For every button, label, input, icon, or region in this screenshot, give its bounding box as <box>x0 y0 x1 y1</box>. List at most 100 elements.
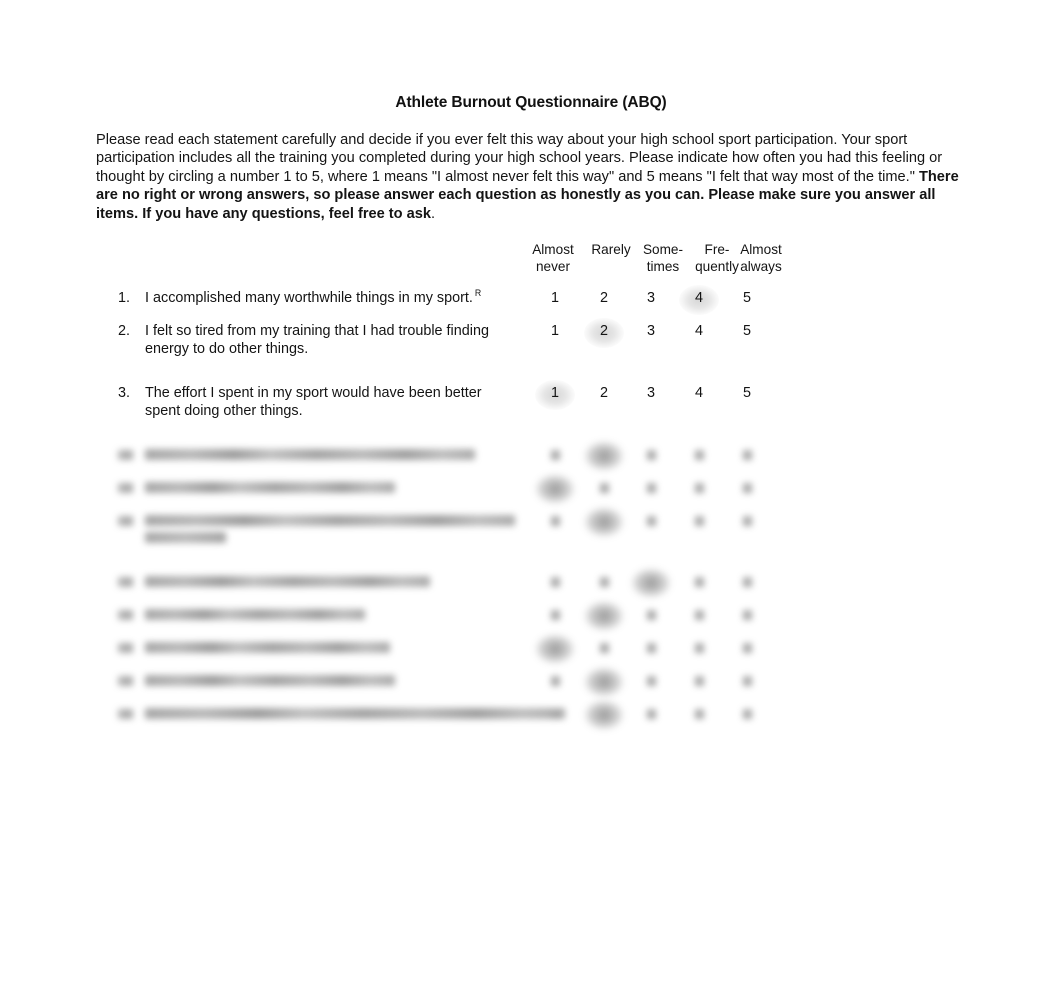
response-option-2-redacted[interactable] <box>591 512 617 526</box>
item-statement: I accomplished many worthwhile things in… <box>145 289 517 308</box>
response-option-4-redacted[interactable] <box>686 705 712 719</box>
scale-header-line1: Almost <box>740 242 782 257</box>
redacted-option-bar <box>694 709 704 719</box>
scale-header-line1: Almost <box>532 242 574 257</box>
response-option-5[interactable]: 5 <box>734 290 760 306</box>
response-option-4-redacted[interactable] <box>686 606 712 620</box>
response-option-5-redacted[interactable] <box>734 512 760 526</box>
response-option-1-redacted[interactable] <box>542 705 568 719</box>
item-response-scale <box>536 507 776 537</box>
redacted-option-bar <box>550 516 560 526</box>
response-option-5-redacted[interactable] <box>734 606 760 620</box>
response-option-2[interactable]: 2 <box>591 323 617 339</box>
redacted-option-bar <box>646 610 656 620</box>
redacted-option-bar <box>742 516 752 526</box>
response-option-3-redacted[interactable] <box>638 639 664 653</box>
response-option-4-redacted[interactable] <box>686 512 712 526</box>
redacted-option-bar <box>599 610 609 620</box>
response-option-4-redacted[interactable] <box>686 672 712 686</box>
response-option-5-redacted[interactable] <box>734 672 760 686</box>
response-option-5[interactable]: 5 <box>734 323 760 339</box>
response-option-5-redacted[interactable] <box>734 639 760 653</box>
response-option-1-redacted[interactable] <box>542 446 568 460</box>
response-option-2-redacted[interactable] <box>591 446 617 460</box>
response-option-5-redacted[interactable] <box>734 573 760 587</box>
response-option-1[interactable]: 1 <box>542 323 568 339</box>
redacted-number-bar <box>118 643 133 653</box>
response-option-2-redacted[interactable] <box>591 705 617 719</box>
response-option-4-redacted[interactable] <box>686 479 712 493</box>
item-number-redacted <box>118 479 140 493</box>
redacted-option-bar <box>694 610 704 620</box>
response-option-2[interactable]: 2 <box>591 385 617 401</box>
item-number-redacted <box>118 672 140 686</box>
item-statement-redacted <box>145 573 517 587</box>
response-option-1-redacted[interactable] <box>542 512 568 526</box>
item-response-scale: 1 2 3 4 5 <box>535 380 776 410</box>
instructions-trailing-period: . <box>430 205 436 222</box>
redacted-option-bar <box>599 676 609 686</box>
redacted-number-bar <box>118 610 133 620</box>
instructions-paragraph: Please read each statement carefully and… <box>96 131 962 223</box>
redacted-number-bar <box>118 483 133 493</box>
redacted-text-bar <box>145 482 395 493</box>
response-option-3-redacted[interactable] <box>638 606 664 620</box>
response-option-1-redacted[interactable] <box>542 639 568 653</box>
response-option-2-redacted[interactable] <box>591 573 617 587</box>
redacted-text-bar <box>145 609 365 620</box>
response-option-3-redacted[interactable] <box>638 672 664 686</box>
item-number-redacted <box>118 446 140 460</box>
response-option-4-redacted[interactable] <box>686 639 712 653</box>
response-option-1[interactable]: 1 <box>542 385 568 401</box>
response-option-3[interactable]: 3 <box>638 290 664 306</box>
redacted-option-bar <box>646 483 656 493</box>
response-option-2-redacted[interactable] <box>591 606 617 620</box>
response-option-5-redacted[interactable] <box>734 446 760 460</box>
response-option-2-redacted[interactable] <box>591 639 617 653</box>
redacted-option-bar <box>646 450 656 460</box>
response-option-1-redacted[interactable] <box>542 573 568 587</box>
redacted-option-bar <box>742 577 752 587</box>
response-option-2-redacted[interactable] <box>591 479 617 493</box>
response-option-4[interactable]: 4 <box>686 290 712 306</box>
response-option-5[interactable]: 5 <box>734 385 760 401</box>
redacted-text-bar <box>145 576 430 587</box>
response-option-3-redacted[interactable] <box>638 705 664 719</box>
redacted-option-bar <box>599 450 609 460</box>
response-option-4[interactable]: 4 <box>686 385 712 401</box>
item-response-scale <box>536 700 776 730</box>
response-option-3-redacted[interactable] <box>638 512 664 526</box>
redacted-number-bar <box>118 516 133 526</box>
redacted-option-bar <box>646 676 656 686</box>
response-option-1-redacted[interactable] <box>542 479 568 493</box>
response-option-3-redacted[interactable] <box>638 573 664 587</box>
redacted-option-bar <box>742 610 752 620</box>
response-option-5-redacted[interactable] <box>734 479 760 493</box>
redacted-option-bar <box>694 676 704 686</box>
response-option-1[interactable]: 1 <box>542 290 568 306</box>
response-option-4-redacted[interactable] <box>686 573 712 587</box>
response-option-2[interactable]: 2 <box>591 290 617 306</box>
response-option-3[interactable]: 3 <box>638 385 664 401</box>
response-option-3-redacted[interactable] <box>638 446 664 460</box>
scale-header-almost-always: Almost always <box>728 241 794 275</box>
response-option-3[interactable]: 3 <box>638 323 664 339</box>
response-option-4-redacted[interactable] <box>686 446 712 460</box>
response-option-4[interactable]: 4 <box>686 323 712 339</box>
item-response-scale <box>535 474 776 504</box>
redacted-option-bar <box>550 676 560 686</box>
response-option-3-redacted[interactable] <box>638 479 664 493</box>
redacted-option-bar <box>550 483 560 493</box>
redacted-number-bar <box>118 709 133 719</box>
item-response-scale <box>536 667 776 697</box>
redacted-option-bar <box>599 577 609 587</box>
redacted-option-bar <box>550 643 560 653</box>
response-option-1-redacted[interactable] <box>542 606 568 620</box>
item-number-redacted <box>118 573 140 587</box>
redacted-option-bar <box>742 483 752 493</box>
scale-header-line2: never <box>535 259 570 274</box>
response-option-1-redacted[interactable] <box>542 672 568 686</box>
item-statement-text: I felt so tired from my training that I … <box>145 323 489 357</box>
response-option-2-redacted[interactable] <box>591 672 617 686</box>
response-option-5-redacted[interactable] <box>734 705 760 719</box>
